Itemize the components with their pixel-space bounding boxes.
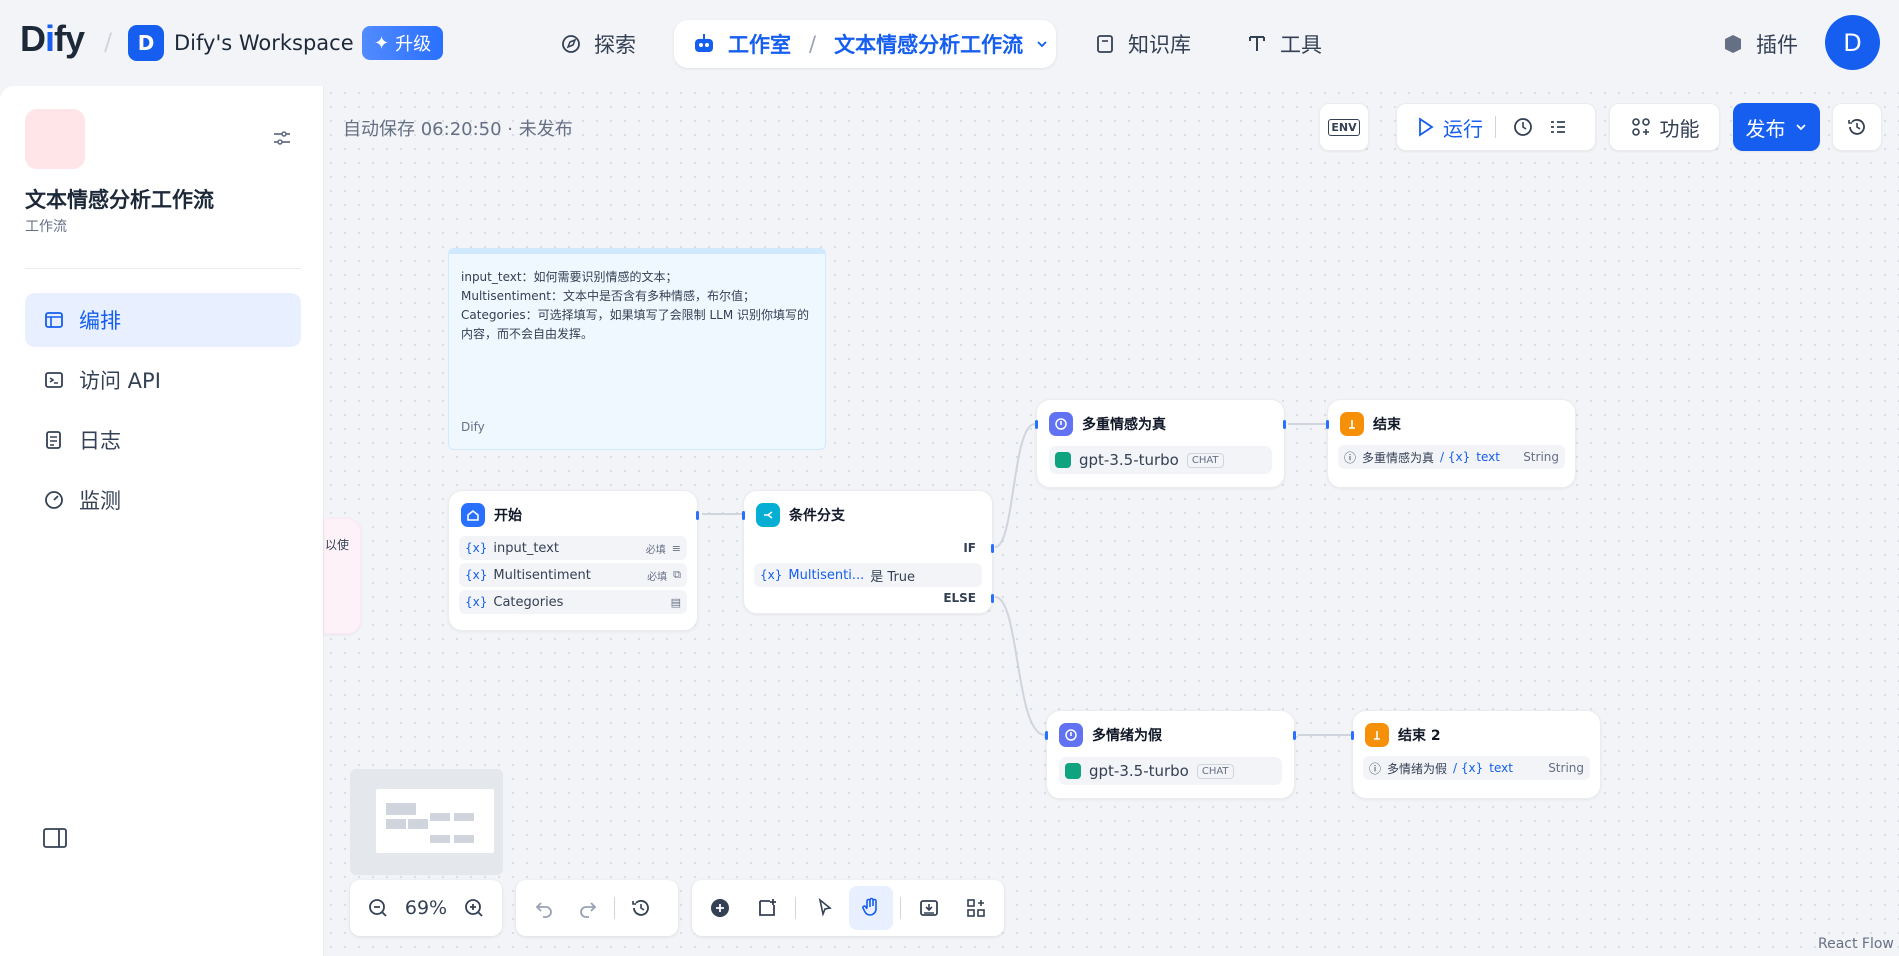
output-handle[interactable]	[1283, 420, 1286, 429]
end-icon	[1365, 723, 1389, 747]
home-icon	[461, 503, 485, 527]
start-var-row: {x} Multisentiment 必填 ⧉	[459, 563, 687, 587]
node-llm-false[interactable]: 多情绪为假 gpt-3.5-turbo CHAT	[1045, 710, 1296, 799]
undo-button[interactable]	[522, 886, 566, 930]
sticky-note-icon	[758, 899, 776, 916]
end-icon	[1340, 412, 1364, 436]
if-handle[interactable]	[991, 544, 994, 553]
zoom-in-icon	[465, 899, 483, 917]
node-end-2[interactable]: 结束 2 ⓘ 多情绪为假 / {x} text String	[1351, 710, 1601, 799]
input-handle[interactable]	[1045, 731, 1048, 740]
redo-button[interactable]	[566, 886, 610, 930]
input-handle[interactable]	[1326, 420, 1329, 429]
node-start[interactable]: 开始 {x} input_text 必填 ≡ {x} Multisentimen…	[448, 490, 699, 631]
model-selector: gpt-3.5-turbo CHAT	[1049, 446, 1272, 474]
history-icon	[632, 900, 649, 916]
model-selector: gpt-3.5-turbo CHAT	[1059, 757, 1282, 785]
llm-small-icon: ⓘ	[1369, 761, 1382, 776]
variable-icon: {x}	[465, 595, 488, 609]
input-handle[interactable]	[1035, 420, 1038, 429]
undo-icon	[535, 902, 552, 918]
add-node-button[interactable]	[698, 886, 742, 930]
condition-row: {x} Multisenti... 是 True	[754, 563, 982, 587]
minimap[interactable]	[350, 769, 503, 875]
branch-icon	[756, 503, 780, 527]
variable-icon: {x}	[760, 568, 783, 582]
organize-blocks-button[interactable]	[954, 886, 998, 930]
zoom-level[interactable]: 69%	[405, 897, 447, 919]
node-llm-true[interactable]: 多重情感为真 gpt-3.5-turbo CHAT	[1035, 399, 1286, 488]
if-label: IF	[963, 541, 976, 555]
layout-grid-icon	[967, 899, 985, 917]
zoom-out-icon	[369, 899, 387, 917]
llm-icon	[1059, 723, 1083, 747]
zoom-in-button[interactable]	[452, 886, 496, 930]
text-type-icon: ≡	[671, 541, 681, 555]
change-history-button[interactable]	[619, 886, 663, 930]
cursor-icon	[818, 897, 832, 917]
variable-icon: {x}	[465, 541, 488, 555]
pointer-mode-button[interactable]	[803, 886, 847, 930]
edge-if-llm-true	[994, 423, 1036, 548]
hand-icon	[862, 897, 878, 916]
react-flow-attribution[interactable]: React Flow	[1818, 936, 1894, 952]
workflow-edges	[702, 423, 1351, 736]
operator-controls	[692, 880, 1004, 936]
end-output-row: ⓘ 多情绪为假 / {x} text String	[1363, 756, 1590, 780]
select-type-icon: ⧉	[673, 568, 681, 581]
zoom-controls: 69%	[350, 880, 502, 936]
openai-icon	[1065, 763, 1081, 779]
variable-icon: {x}	[465, 568, 488, 582]
input-handle[interactable]	[742, 511, 745, 520]
zoom-out-button[interactable]	[356, 886, 400, 930]
start-var-row: {x} Categories ▤	[459, 590, 687, 614]
else-label: ELSE	[943, 591, 976, 605]
hand-mode-button[interactable]	[849, 886, 894, 930]
end-output-row: ⓘ 多重情感为真 / {x} text String	[1338, 445, 1565, 469]
input-handle[interactable]	[1351, 731, 1354, 740]
node-end[interactable]: 结束 ⓘ 多重情感为真 / {x} text String	[1326, 399, 1576, 488]
edge-else-llm-false	[994, 596, 1046, 736]
redo-icon	[580, 902, 597, 918]
output-handle[interactable]	[696, 511, 699, 520]
image-export-icon	[920, 900, 939, 916]
add-note-button[interactable]	[745, 886, 789, 930]
llm-small-icon: ⓘ	[1344, 450, 1357, 465]
else-handle[interactable]	[991, 594, 994, 603]
openai-icon	[1055, 452, 1071, 468]
start-var-row: {x} input_text 必填 ≡	[459, 536, 687, 560]
export-image-button[interactable]	[907, 886, 951, 930]
output-handle[interactable]	[1293, 731, 1296, 740]
plus-circle-icon	[711, 899, 729, 917]
llm-icon	[1049, 412, 1073, 436]
paragraph-type-icon: ▤	[670, 595, 681, 609]
history-controls	[516, 880, 678, 936]
node-ifelse[interactable]: 条件分支 IF {x} Multisenti... 是 True ELSE	[742, 490, 994, 614]
